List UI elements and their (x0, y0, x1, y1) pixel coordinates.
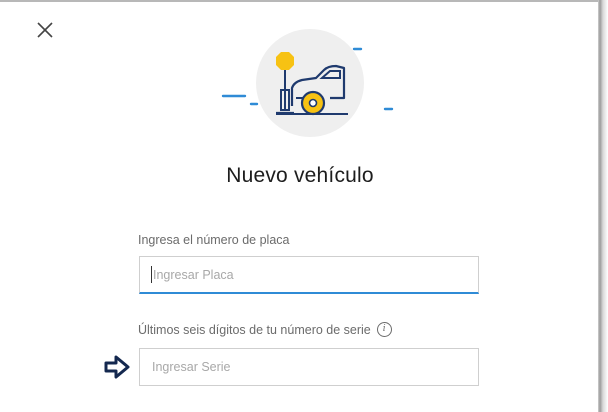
plate-input[interactable] (139, 256, 479, 294)
new-vehicle-dialog: Nuevo vehículo Ingresa el número de plac… (0, 0, 608, 412)
panel-edge-shadow (598, 0, 608, 412)
close-icon (37, 22, 53, 38)
dialog-title: Nuevo vehículo (226, 164, 374, 187)
plate-label: Ingresa el número de placa (138, 233, 290, 247)
close-button[interactable] (35, 20, 55, 40)
top-border (0, 0, 600, 2)
arrow-right-icon (104, 355, 132, 379)
text-cursor (151, 266, 152, 283)
hero-illustration (218, 28, 408, 138)
serial-label-row: Últimos seis dígitos de tu número de ser… (138, 322, 392, 337)
serial-input[interactable] (139, 348, 479, 386)
car-parking-icon (221, 29, 394, 137)
info-icon[interactable]: i (376, 322, 392, 337)
serial-label: Últimos seis dígitos de tu número de ser… (138, 322, 371, 337)
